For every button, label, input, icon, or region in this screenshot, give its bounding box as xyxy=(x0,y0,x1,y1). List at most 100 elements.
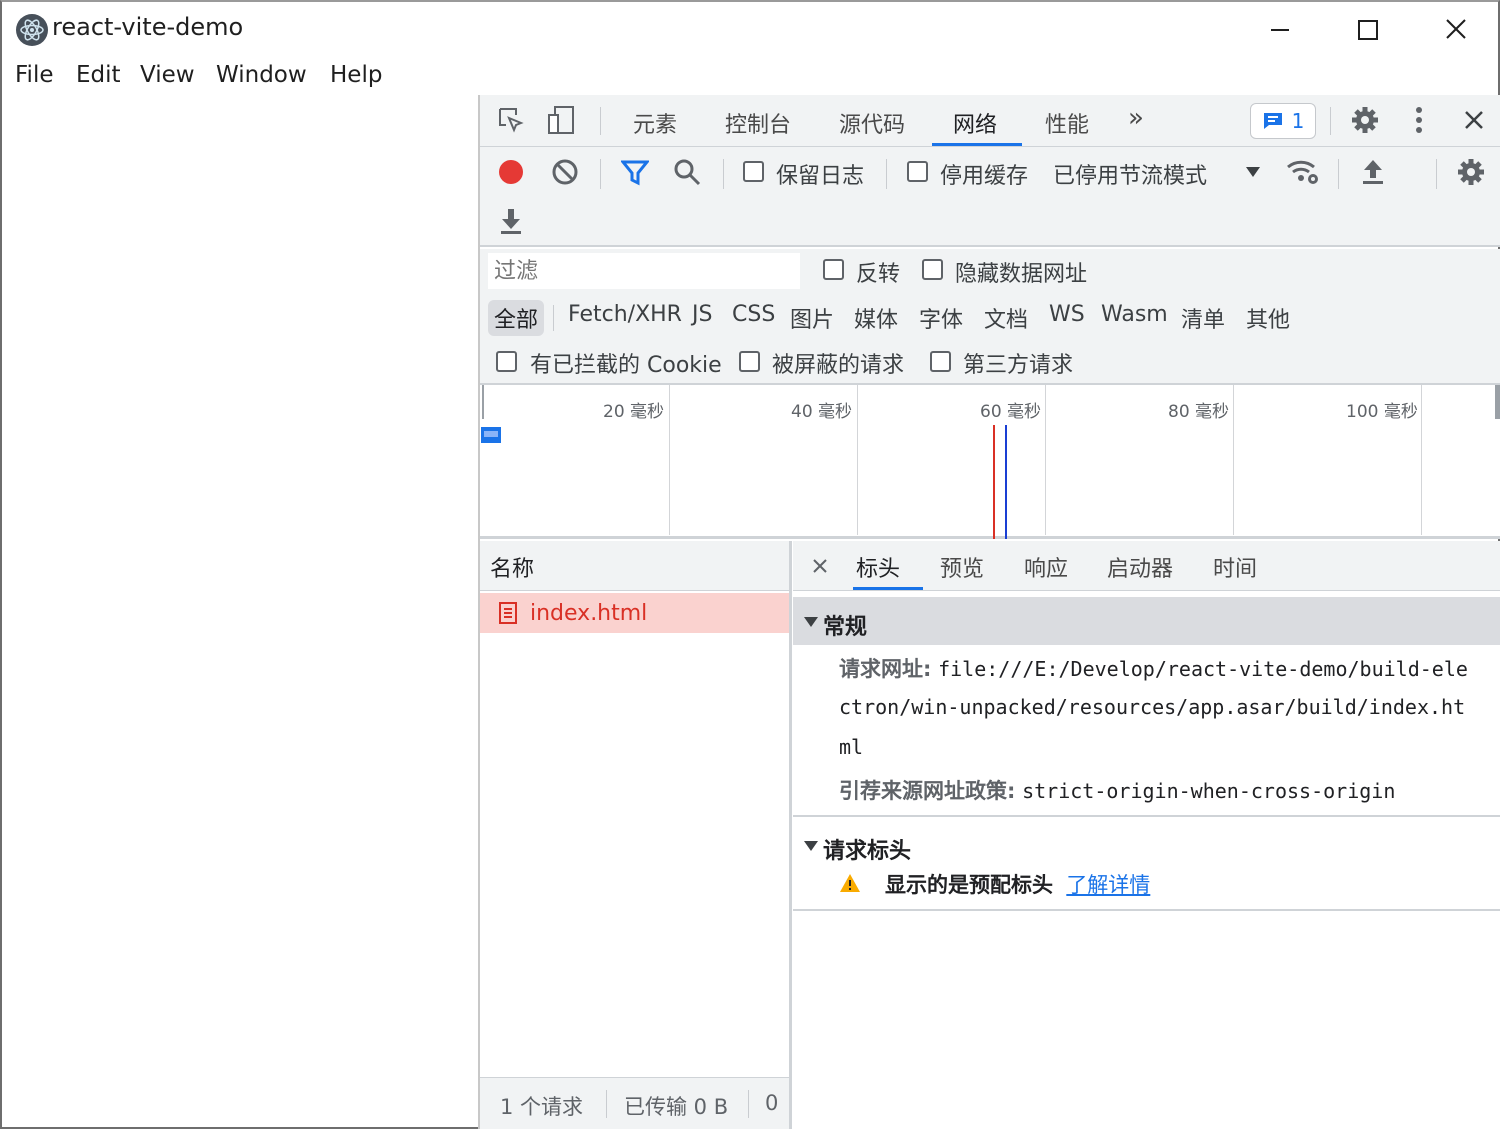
filter-icon[interactable] xyxy=(618,156,652,190)
network-settings-icon[interactable] xyxy=(1454,155,1488,189)
search-icon[interactable] xyxy=(670,155,704,189)
warning-icon xyxy=(839,873,861,897)
blocked-requests-label: 被屏蔽的请求 xyxy=(772,353,905,378)
timeline-tick-label: 100 毫秒 xyxy=(1346,402,1418,422)
tab-timing[interactable]: 时间 xyxy=(1213,551,1257,583)
type-filter-font[interactable]: 字体 xyxy=(913,300,969,336)
throttling-select[interactable]: 已停用节流模式 xyxy=(1053,158,1207,190)
expand-triangle-icon xyxy=(804,841,818,851)
toolbar-separator xyxy=(606,1090,607,1118)
chevron-down-icon[interactable] xyxy=(1236,155,1270,189)
devtools-tab-bar: 元素 控制台 源代码 网络 性能 » 1 xyxy=(480,95,1500,147)
hide-data-urls-label: 隐藏数据网址 xyxy=(955,262,1088,287)
type-filter-other[interactable]: 其他 xyxy=(1240,300,1296,336)
type-filter-media[interactable]: 媒体 xyxy=(848,300,904,336)
toolbar-separator xyxy=(886,159,887,189)
more-tabs-button[interactable]: » xyxy=(1128,103,1144,133)
timeline-gridline xyxy=(1045,385,1046,535)
tab-preview[interactable]: 预览 xyxy=(940,551,984,583)
invert-checkbox[interactable] xyxy=(823,259,844,280)
menu-window[interactable]: Window xyxy=(216,62,307,88)
close-devtools-icon[interactable] xyxy=(1457,103,1491,137)
provisional-headers-warning: 显示的是预配标头 了解详情 xyxy=(885,869,1150,899)
app-window: react-vite-demo File Edit View Window He… xyxy=(0,0,1500,1129)
type-filter-fetch-xhr[interactable]: Fetch/XHR xyxy=(562,300,688,336)
settings-gear-icon[interactable] xyxy=(1348,103,1382,137)
section-request-headers-header[interactable]: 请求标头 xyxy=(793,821,1500,869)
type-filter-css[interactable]: CSS xyxy=(726,300,781,336)
toolbar-separator xyxy=(723,159,724,189)
issues-button[interactable]: 1 xyxy=(1250,103,1316,139)
tab-network[interactable]: 网络 xyxy=(953,107,997,139)
section-general-header[interactable]: 常规 xyxy=(793,597,1500,645)
preserve-log-checkbox[interactable] xyxy=(743,161,764,182)
device-toolbar-icon[interactable] xyxy=(544,103,578,137)
message-icon xyxy=(1263,113,1282,129)
tab-initiator[interactable]: 启动器 xyxy=(1107,551,1173,583)
type-filter-wasm[interactable]: Wasm xyxy=(1095,300,1174,336)
type-filter-ws[interactable]: WS xyxy=(1043,300,1091,336)
active-details-tab-indicator xyxy=(853,587,923,590)
type-filter-js[interactable]: JS xyxy=(686,300,718,336)
tab-sources[interactable]: 源代码 xyxy=(839,107,905,139)
download-icon[interactable] xyxy=(494,204,528,238)
filter-bar: 反转 隐藏数据网址 全部 Fetch/XHR JS CSS 图片 媒体 字体 文… xyxy=(480,249,1500,385)
request-url-label: 请求网址: xyxy=(839,657,932,681)
tab-response[interactable]: 响应 xyxy=(1024,551,1068,583)
timeline-tick-label: 60 毫秒 xyxy=(980,402,1042,422)
record-icon[interactable] xyxy=(494,155,528,189)
disable-cache-label: 停用缓存 xyxy=(940,164,1029,189)
filter-input[interactable] xyxy=(488,253,800,289)
inspect-element-icon[interactable] xyxy=(494,103,528,137)
timeline-start-handle[interactable] xyxy=(482,385,484,419)
request-list: 名称 index.html 1 个请求 已传输 0 B 0 xyxy=(480,541,792,1129)
toolbar-separator xyxy=(748,1090,749,1118)
learn-more-link[interactable]: 了解详情 xyxy=(1066,873,1150,897)
request-url-value-cont: ml xyxy=(839,735,864,759)
tab-elements[interactable]: 元素 xyxy=(633,107,677,139)
tab-headers[interactable]: 标头 xyxy=(856,551,900,583)
disable-cache-checkbox[interactable] xyxy=(907,161,928,182)
hide-data-urls-checkbox[interactable] xyxy=(922,259,943,280)
timeline-overview[interactable]: 20 毫秒 40 毫秒 60 毫秒 80 毫秒 100 毫秒 xyxy=(480,385,1500,539)
network-conditions-icon[interactable] xyxy=(1286,155,1320,189)
blocked-requests-checkbox[interactable] xyxy=(739,351,760,372)
minimize-button[interactable] xyxy=(1258,10,1302,50)
menu-edit[interactable]: Edit xyxy=(76,62,121,88)
toolbar-separator xyxy=(600,159,601,189)
transferred-size: 已传输 0 B xyxy=(624,1095,729,1119)
upload-icon[interactable] xyxy=(1356,155,1390,189)
request-row[interactable]: index.html xyxy=(480,593,789,633)
devtools-panel: 元素 控制台 源代码 网络 性能 » 1 保留日志 停用缓存 已停用节流模式 过… xyxy=(478,95,1500,1129)
network-status-bar: 1 个请求 已传输 0 B 0 xyxy=(480,1077,789,1129)
column-header-name[interactable]: 名称 xyxy=(480,541,789,591)
more-options-icon[interactable] xyxy=(1402,103,1436,137)
toolbar-separator xyxy=(553,305,554,331)
timeline-tick-label: 20 毫秒 xyxy=(603,402,665,422)
menu-view[interactable]: View xyxy=(140,62,195,88)
request-details: 标头 预览 响应 启动器 时间 常规 请求网址: file:///E:/Deve… xyxy=(793,541,1500,1129)
details-tab-bar: 标头 预览 响应 启动器 时间 xyxy=(793,541,1500,591)
menu-file[interactable]: File xyxy=(15,62,54,88)
maximize-button[interactable] xyxy=(1346,10,1390,50)
referrer-policy-row: 引荐来源网址政策: strict-origin-when-cross-origi… xyxy=(839,775,1395,805)
clear-icon[interactable] xyxy=(548,155,582,189)
menu-help[interactable]: Help xyxy=(330,62,382,88)
dom-content-loaded-line xyxy=(1005,425,1007,539)
toolbar-separator xyxy=(600,107,601,135)
blocked-cookies-label: 有已拦截的 Cookie xyxy=(530,353,722,378)
referrer-policy-value: strict-origin-when-cross-origin xyxy=(1022,779,1396,803)
close-window-button[interactable] xyxy=(1434,10,1478,50)
third-party-checkbox[interactable] xyxy=(930,351,951,372)
type-filter-all[interactable]: 全部 xyxy=(488,300,545,336)
blocked-cookies-checkbox[interactable] xyxy=(496,351,517,372)
type-filter-manifest[interactable]: 清单 xyxy=(1175,300,1231,336)
close-details-icon[interactable] xyxy=(803,549,837,583)
timeline-gridline xyxy=(1421,385,1422,535)
timeline-end-handle[interactable] xyxy=(1495,385,1500,419)
timeline-tick-label: 40 毫秒 xyxy=(791,402,853,422)
tab-performance[interactable]: 性能 xyxy=(1045,107,1089,139)
type-filter-img[interactable]: 图片 xyxy=(784,300,840,336)
tab-console[interactable]: 控制台 xyxy=(725,107,791,139)
type-filter-doc[interactable]: 文档 xyxy=(978,300,1034,336)
